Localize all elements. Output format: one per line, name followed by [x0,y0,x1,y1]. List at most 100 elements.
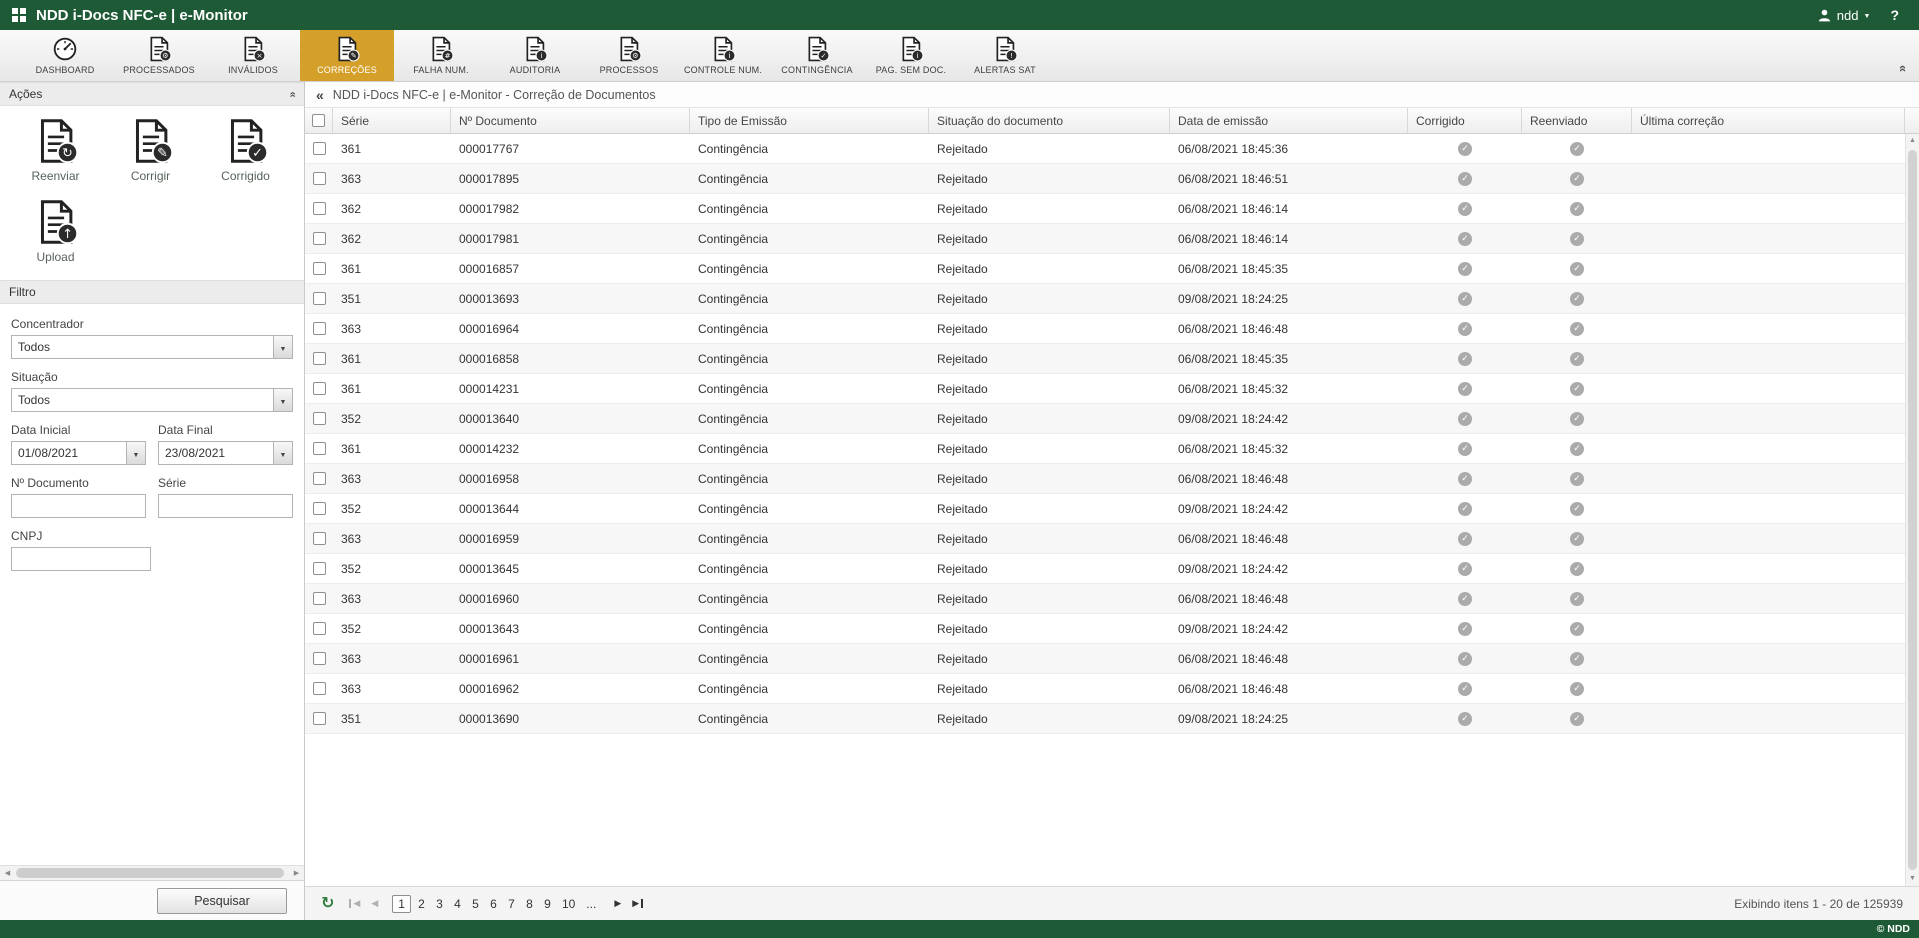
action-corrigido-button[interactable]: ✓Corrigido [198,118,293,183]
toolbar-item-falha-num[interactable]: #FALHA NUM. [394,30,488,81]
table-row[interactable]: 352000013640ContingênciaRejeitado09/08/2… [305,404,1905,434]
table-row[interactable]: 352000013644ContingênciaRejeitado09/08/2… [305,494,1905,524]
table-row[interactable]: 351000013690ContingênciaRejeitado09/08/2… [305,704,1905,734]
table-row[interactable]: 361000014232ContingênciaRejeitado06/08/2… [305,434,1905,464]
page-button-4[interactable]: 4 [450,895,465,913]
row-checkbox[interactable] [313,622,326,635]
toolbar-collapse-button[interactable] [1900,62,1907,76]
toolbar-item-alertas-sat[interactable]: !ALERTAS SAT [958,30,1052,81]
previous-page-button[interactable] [369,899,380,908]
row-checkbox[interactable] [313,712,326,725]
table-row[interactable]: 351000013693ContingênciaRejeitado09/08/2… [305,284,1905,314]
table-row[interactable]: 361000016857ContingênciaRejeitado06/08/2… [305,254,1905,284]
column-header-corrigido[interactable]: Corrigido [1408,108,1522,133]
action-corrigir-button[interactable]: ✎Corrigir [103,118,198,183]
vertical-scrollbar[interactable] [1905,134,1919,886]
toolbar-item-dashboard[interactable]: DASHBOARD [18,30,112,81]
row-checkbox[interactable] [313,502,326,515]
page-button-9[interactable]: 9 [540,895,555,913]
cnpj-input[interactable] [11,547,151,571]
table-row[interactable]: 363000016958ContingênciaRejeitado06/08/2… [305,464,1905,494]
table-row[interactable]: 363000016964ContingênciaRejeitado06/08/2… [305,314,1905,344]
scroll-right-arrow[interactable] [289,869,304,877]
next-page-button[interactable] [612,899,623,908]
page-button-3[interactable]: 3 [432,895,447,913]
situacao-dropdown-arrow[interactable] [273,389,292,411]
toolbar-item-processados[interactable]: ⚙PROCESSADOS [112,30,206,81]
actions-collapse-icon[interactable] [286,91,297,97]
table-row[interactable]: 363000016962ContingênciaRejeitado06/08/2… [305,674,1905,704]
toolbar-item-controle-num[interactable]: iCONTROLE NUM. [676,30,770,81]
table-row[interactable]: 363000017895ContingênciaRejeitado06/08/2… [305,164,1905,194]
toolbar-item-pag-sem-doc[interactable]: iPAG. SEM DOC. [864,30,958,81]
page-button-5[interactable]: 5 [468,895,483,913]
table-row[interactable]: 363000016960ContingênciaRejeitado06/08/2… [305,584,1905,614]
column-header-serie[interactable]: Série [333,108,451,133]
row-checkbox[interactable] [313,652,326,665]
row-checkbox[interactable] [313,682,326,695]
row-checkbox[interactable] [313,172,326,185]
page-button-7[interactable]: 7 [504,895,519,913]
table-row[interactable]: 363000016961ContingênciaRejeitado06/08/2… [305,644,1905,674]
column-header-situacao-do-documento[interactable]: Situação do documento [929,108,1170,133]
column-header-tipo-de-emissao[interactable]: Tipo de Emissão [690,108,929,133]
page-button-1[interactable]: 1 [392,895,411,913]
last-page-button[interactable] [630,899,643,908]
column-header-n-documento[interactable]: Nº Documento [451,108,690,133]
scroll-up-arrow[interactable] [1906,134,1919,148]
toolbar-item-contingencia[interactable]: ✓CONTINGÊNCIA [770,30,864,81]
row-checkbox[interactable] [313,322,326,335]
horizontal-scroll-thumb[interactable] [16,868,284,878]
toolbar-item-processos[interactable]: ⚙PROCESSOS [582,30,676,81]
vertical-scroll-thumb[interactable] [1908,150,1917,870]
page-button-6[interactable]: 6 [486,895,501,913]
data-final-dropdown-arrow[interactable] [273,442,292,464]
app-menu-icon[interactable] [12,8,26,22]
sidebar-horizontal-scrollbar[interactable] [0,865,304,880]
row-checkbox[interactable] [313,352,326,365]
row-checkbox[interactable] [313,532,326,545]
toolbar-item-auditoria[interactable]: iAUDITORIA [488,30,582,81]
row-checkbox[interactable] [313,592,326,605]
action-upload-button[interactable]: ↑Upload [8,199,103,264]
table-row[interactable]: 362000017981ContingênciaRejeitado06/08/2… [305,224,1905,254]
help-button[interactable]: ? [1890,7,1899,23]
page-button-2[interactable]: 2 [414,895,429,913]
table-row[interactable]: 352000013645ContingênciaRejeitado09/08/2… [305,554,1905,584]
row-checkbox[interactable] [313,292,326,305]
row-checkbox[interactable] [313,412,326,425]
action-reenviar-button[interactable]: ↻Reenviar [8,118,103,183]
table-row[interactable]: 361000017767ContingênciaRejeitado06/08/2… [305,134,1905,164]
toolbar-item-correcoes[interactable]: ✎CORREÇÕES [300,30,394,81]
column-header-reenviado[interactable]: Reenviado [1522,108,1632,133]
situacao-select[interactable]: Todos [11,388,293,412]
concentrador-dropdown-arrow[interactable] [273,336,292,358]
documento-input[interactable] [11,494,146,518]
scroll-left-arrow[interactable] [0,869,15,877]
row-checkbox[interactable] [313,562,326,575]
table-row[interactable]: 361000016858ContingênciaRejeitado06/08/2… [305,344,1905,374]
row-checkbox[interactable] [313,142,326,155]
row-checkbox[interactable] [313,442,326,455]
search-button[interactable]: Pesquisar [157,888,287,914]
scroll-down-arrow[interactable] [1906,872,1919,886]
refresh-button[interactable] [321,896,334,912]
data-inicial-picker[interactable]: 01/08/2021 [11,441,146,465]
concentrador-select[interactable]: Todos [11,335,293,359]
user-menu-button[interactable]: ndd [1817,8,1871,23]
toolbar-item-invalidos[interactable]: ×INVÁLIDOS [206,30,300,81]
row-checkbox[interactable] [313,202,326,215]
select-all-checkbox[interactable] [312,114,325,127]
first-page-button[interactable] [349,899,362,908]
table-row[interactable]: 363000016959ContingênciaRejeitado06/08/2… [305,524,1905,554]
page-button-10[interactable]: 10 [558,895,579,913]
table-row[interactable]: 361000014231ContingênciaRejeitado06/08/2… [305,374,1905,404]
column-header-data-de-emissao[interactable]: Data de emissão [1170,108,1408,133]
row-checkbox[interactable] [313,382,326,395]
page-button-8[interactable]: 8 [522,895,537,913]
table-row[interactable]: 352000013643ContingênciaRejeitado09/08/2… [305,614,1905,644]
table-row[interactable]: 362000017982ContingênciaRejeitado06/08/2… [305,194,1905,224]
serie-input[interactable] [158,494,293,518]
row-checkbox[interactable] [313,472,326,485]
row-checkbox[interactable] [313,262,326,275]
